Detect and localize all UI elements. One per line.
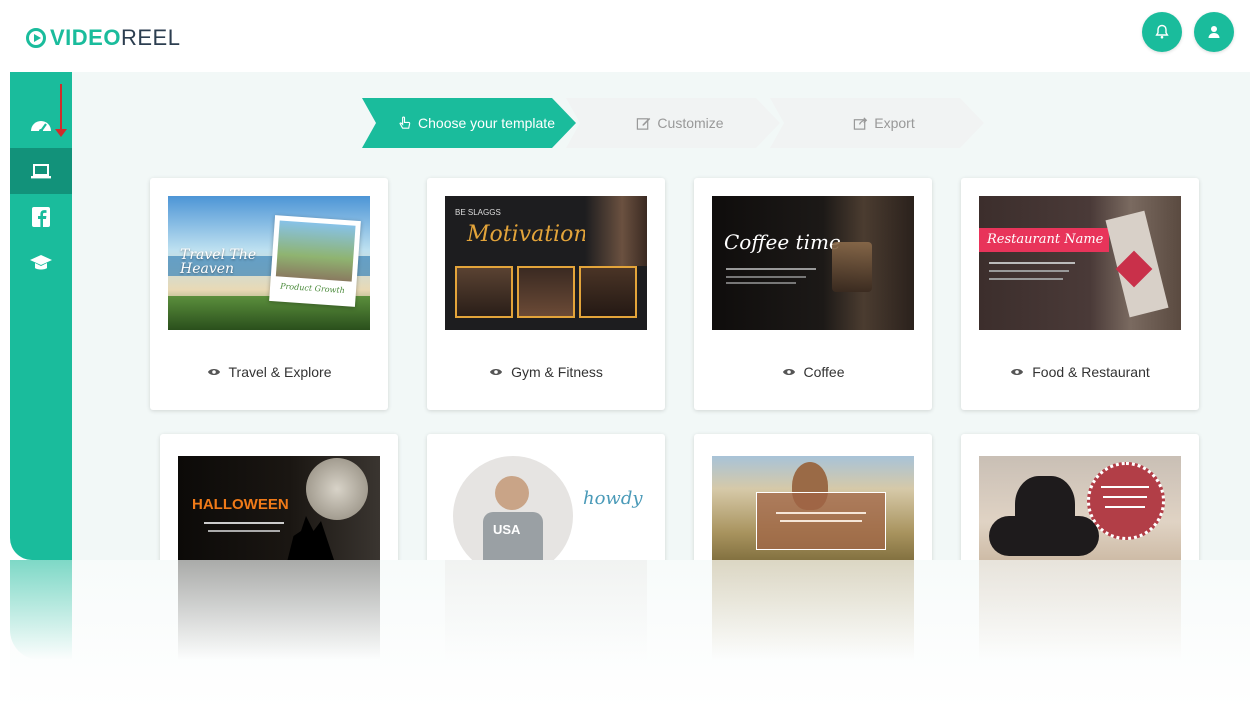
eye-icon (490, 369, 503, 375)
template-thumbnail: Coffee time (712, 196, 914, 330)
thumb-title: Coffee time (724, 230, 841, 254)
eye-icon (1011, 369, 1024, 375)
thumb-reflection (979, 560, 1181, 660)
thumb-reflection (712, 560, 914, 660)
template-label: Gym & Fitness (427, 364, 665, 380)
template-card-travel[interactable]: Product Growth Travel The Heaven Travel … (150, 178, 388, 410)
step-export[interactable]: Export (770, 98, 984, 148)
eye-icon (782, 369, 795, 375)
thumb-title: Restaurant Name (987, 232, 1104, 247)
template-label: Travel & Explore (150, 364, 388, 380)
template-label: Food & Restaurant (961, 364, 1199, 380)
sidebar-item-tutorials[interactable] (10, 240, 72, 286)
edit-icon (637, 117, 651, 130)
sidebar-reflection (10, 560, 72, 660)
app-frame: Choose your template Customize Export Pr… (10, 72, 1250, 560)
template-card-gym[interactable]: BE SLAGGS Motivation Gym & Fitness (427, 178, 665, 410)
template-thumbnail: Product Growth Travel The Heaven (168, 196, 370, 330)
template-card-pet[interactable] (961, 434, 1199, 560)
thumb-title: howdy (583, 488, 643, 509)
step-choose-template[interactable]: Choose your template (362, 98, 576, 148)
videoreel-logo[interactable]: VIDEOREEL (26, 22, 180, 54)
template-thumbnail: Restaurant Name (979, 196, 1181, 330)
thumb-reflection (445, 560, 647, 660)
wizard-steps: Choose your template Customize Export (362, 98, 1002, 148)
thumb-kicker: BE SLAGGS (455, 208, 501, 217)
template-card-coffee[interactable]: Coffee time Coffee (694, 178, 932, 410)
template-card-howdy[interactable]: USA howdy (427, 434, 665, 560)
hand-pointer-icon (399, 115, 411, 129)
graduation-cap-icon (30, 255, 52, 270)
template-thumbnail: USA howdy (445, 456, 647, 560)
thumb-title: Motivation (467, 222, 588, 247)
user-icon (1208, 26, 1220, 38)
template-label: Coffee (694, 364, 932, 380)
template-card-food[interactable]: Restaurant Name Food & Restaurant (961, 178, 1199, 410)
notifications-button[interactable] (1142, 12, 1182, 52)
thumb-title: HALLOWEEN (192, 496, 289, 513)
step-customize[interactable]: Customize (566, 98, 780, 148)
template-thumbnail (979, 456, 1181, 560)
logo-text: VIDEOREEL (50, 25, 181, 50)
laptop-icon (31, 164, 51, 179)
sidebar-item-dashboard[interactable] (10, 102, 72, 148)
thumb-caption: Product Growth (279, 281, 346, 296)
dashboard-icon (31, 121, 51, 133)
share-icon (854, 116, 868, 130)
thumb-reflection (178, 560, 380, 660)
top-header: VIDEOREEL (10, 6, 1250, 70)
play-logo-icon (26, 28, 46, 48)
template-card-field[interactable] (694, 434, 932, 560)
facebook-icon (32, 207, 50, 227)
sidebar-item-facebook[interactable] (10, 194, 72, 240)
sidebar-item-templates[interactable] (10, 148, 72, 194)
step-label: Choose your template (418, 115, 555, 131)
template-thumbnail (712, 456, 914, 560)
bell-icon (1155, 24, 1169, 39)
eye-icon (207, 369, 220, 375)
step-label: Export (874, 115, 915, 131)
profile-button[interactable] (1194, 12, 1234, 52)
step-label: Customize (657, 115, 724, 131)
thumb-shirt-text: USA (493, 522, 521, 537)
thumb-title: Travel The Heaven (180, 247, 257, 277)
sidebar (10, 72, 72, 560)
template-thumbnail: HALLOWEEN (178, 456, 380, 560)
template-card-halloween[interactable]: HALLOWEEN (160, 434, 398, 560)
template-thumbnail: BE SLAGGS Motivation (445, 196, 647, 330)
reflection-effect (10, 560, 1250, 710)
